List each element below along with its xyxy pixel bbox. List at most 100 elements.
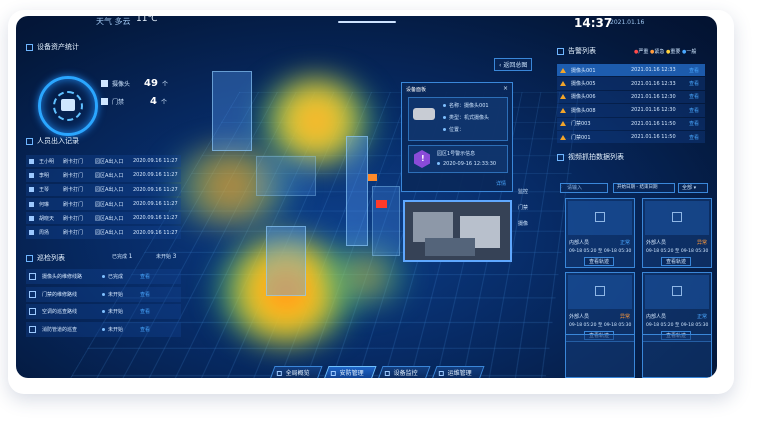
inspection-done-count: 已完成 1: [112, 253, 133, 260]
time-range: 09-18 05:20 至 09-18 05:30: [569, 323, 632, 328]
status-badge: 异常: [619, 314, 630, 320]
table-row[interactable]: 摄像头008 2021.01.16 12:30 查看: [557, 104, 705, 117]
table-row[interactable]: 周扬 刷卡打门 园区A出入口 2020.09.16 11:27: [26, 226, 181, 239]
building-block: [346, 136, 368, 246]
video-card[interactable]: 外部人员异常09-18 05:20 至 09-18 05:30查看轨迹: [565, 272, 635, 342]
side-tag[interactable]: 摄像: [518, 220, 528, 227]
building-block: [372, 186, 400, 256]
table-row[interactable]: 门禁001 2021.01.16 11:50 查看: [557, 130, 705, 144]
image-placeholder-icon: [595, 286, 605, 296]
view-link[interactable]: 查看: [689, 134, 699, 141]
side-tag[interactable]: 门禁: [518, 204, 528, 211]
assets-panel-title: 设备资产统计: [26, 42, 79, 52]
camera-video-feed[interactable]: [403, 200, 512, 262]
top-notch: [338, 21, 396, 23]
capture-frame: [568, 201, 632, 235]
warning-icon: [560, 81, 566, 87]
detail-button[interactable]: 详情: [496, 180, 506, 187]
status-badge: 异常: [696, 240, 707, 246]
alarm-text: 园区1号警示信息: [437, 151, 476, 157]
nav-tab[interactable]: 全局概览: [269, 366, 323, 378]
bottom-nav: 全局概览 安防管理 设备监控 运维管理: [269, 366, 485, 378]
track-button[interactable]: 查看轨迹: [661, 257, 692, 266]
view-link[interactable]: 查看: [689, 80, 699, 87]
image-placeholder-icon: [672, 286, 682, 296]
view-link[interactable]: 查看: [140, 273, 150, 280]
list-item[interactable]: 空调的巡查路线 未开始 查看: [26, 304, 181, 319]
warning-icon: [560, 94, 566, 100]
gate-stat: 门禁 4 个: [101, 96, 167, 107]
camera-stat: 摄像头 49 个: [101, 78, 168, 89]
date-range-picker[interactable]: 开始日期 - 结束日期: [613, 183, 675, 193]
time-range: 09-18 05:20 至 09-18 05:30: [646, 323, 709, 328]
nav-tab[interactable]: 安防管理: [323, 366, 377, 378]
view-link[interactable]: 查看: [140, 308, 150, 315]
capture-frame: [645, 201, 709, 235]
track-button[interactable]: 查看轨迹: [584, 257, 615, 266]
video-card[interactable]: 内部人员 正常 09-18 05:20 至 09-18 05:30 查看轨迹: [565, 198, 635, 268]
warning-icon: [560, 67, 566, 73]
inspection-todo-count: 未开始 3: [156, 253, 177, 260]
list-item[interactable]: 门禁的维修路线 未开始 查看: [26, 286, 181, 302]
search-input[interactable]: 请输入: [560, 183, 608, 193]
video-card-partial[interactable]: [642, 334, 712, 378]
view-link[interactable]: 查看: [689, 93, 699, 100]
capture-frame: [645, 275, 709, 309]
image-placeholder-icon: [595, 212, 605, 222]
side-tag[interactable]: 监控: [518, 188, 528, 195]
camera-marker-icon[interactable]: [368, 174, 377, 181]
asset-ring-chart: [38, 76, 98, 136]
building-block: [266, 226, 306, 296]
server-icon: [61, 99, 75, 111]
video-card-partial[interactable]: [565, 334, 635, 378]
camera-marker-icon[interactable]: [376, 200, 387, 208]
filter-select[interactable]: 全部 ▾: [678, 183, 708, 193]
video-card[interactable]: 内部人员正常09-18 05:20 至 09-18 05:30查看轨迹: [642, 272, 712, 342]
card-label: 内部人员: [569, 240, 590, 246]
card-label: 外部人员: [569, 314, 590, 320]
table-row[interactable]: 摄像头001 2021.01.16 12:33 查看: [557, 64, 705, 77]
video-card[interactable]: 外部人员异常09-18 05:20 至 09-18 05:30查看轨迹: [642, 198, 712, 268]
view-link[interactable]: 查看: [689, 67, 699, 74]
view-link[interactable]: 查看: [689, 120, 699, 127]
clock-time: 14:37: [574, 16, 613, 30]
nav-icon: [276, 371, 282, 376]
route-icon: [29, 290, 36, 298]
nav-icon: [330, 371, 336, 376]
alarm-time: 2020-09-16 12:33:30: [437, 161, 496, 167]
list-item[interactable]: 摄像头的维修线路 已完成 查看: [26, 269, 181, 284]
user-icon: [29, 201, 34, 207]
nav-tab[interactable]: 运维管理: [431, 366, 485, 378]
table-row[interactable]: 门禁003 2021.01.16 11:50 查看: [557, 117, 705, 130]
alarm-legend: ●严重 ●紧急 ●重要 ●一般: [634, 49, 697, 55]
table-row[interactable]: 摄像头005 2021.01.16 12:33 查看: [557, 77, 705, 90]
table-row[interactable]: 王琴 刷卡打门 园区A出入口 2020.09.16 11:27: [26, 183, 181, 196]
back-to-map-button[interactable]: ‹ 返回总图: [494, 58, 533, 71]
capture-frame: [568, 275, 632, 309]
user-icon: [29, 215, 34, 221]
view-link[interactable]: 查看: [140, 291, 150, 298]
table-row[interactable]: 王小明 刷卡打门 园区A出入口 2020.09.16 11:27: [26, 155, 181, 168]
nav-icon: [438, 371, 444, 376]
status-badge: 正常: [619, 240, 630, 246]
panel-title-icon: [26, 137, 33, 145]
video-panel-title: 视频抓拍数据列表: [557, 152, 624, 162]
table-row[interactable]: 何琳 刷卡打门 园区A出入口 2020.09.16 11:27: [26, 197, 181, 211]
table-row[interactable]: 摄像头006 2021.01.16 12:30 查看: [557, 90, 705, 104]
inspection-list: 摄像头的维修线路 已完成 查看 门禁的维修路线 未开始 查看 空调的巡查路线 未开始 查看 消防管…: [26, 269, 181, 339]
exclamation-icon: !: [421, 154, 425, 163]
table-row[interactable]: 胡晓天 刷卡打门 园区A出入口 2020.09.16 11:27: [26, 212, 181, 225]
panel-title-icon: [557, 153, 564, 161]
card-label: 内部人员: [646, 314, 667, 320]
nav-tab[interactable]: 设备监控: [377, 366, 431, 378]
time-range: 09-18 05:20 至 09-18 05:30: [569, 249, 632, 254]
list-item[interactable]: 消防管道的巡查 未开始 查看: [26, 321, 181, 337]
close-icon[interactable]: ×: [503, 85, 508, 92]
route-icon: [29, 325, 36, 333]
view-link[interactable]: 查看: [689, 107, 699, 114]
device-panel-popup: 设备面板 × 名称：摄像头001 类型：机式摄像头 位置： ! 园区1号警示信息…: [401, 82, 513, 192]
user-icon: [29, 158, 34, 164]
alarm-panel-title: 告警列表: [557, 46, 596, 56]
view-link[interactable]: 查看: [140, 326, 150, 333]
table-row[interactable]: 李明 刷卡打门 园区A出入口 2020.09.16 11:27: [26, 169, 181, 182]
